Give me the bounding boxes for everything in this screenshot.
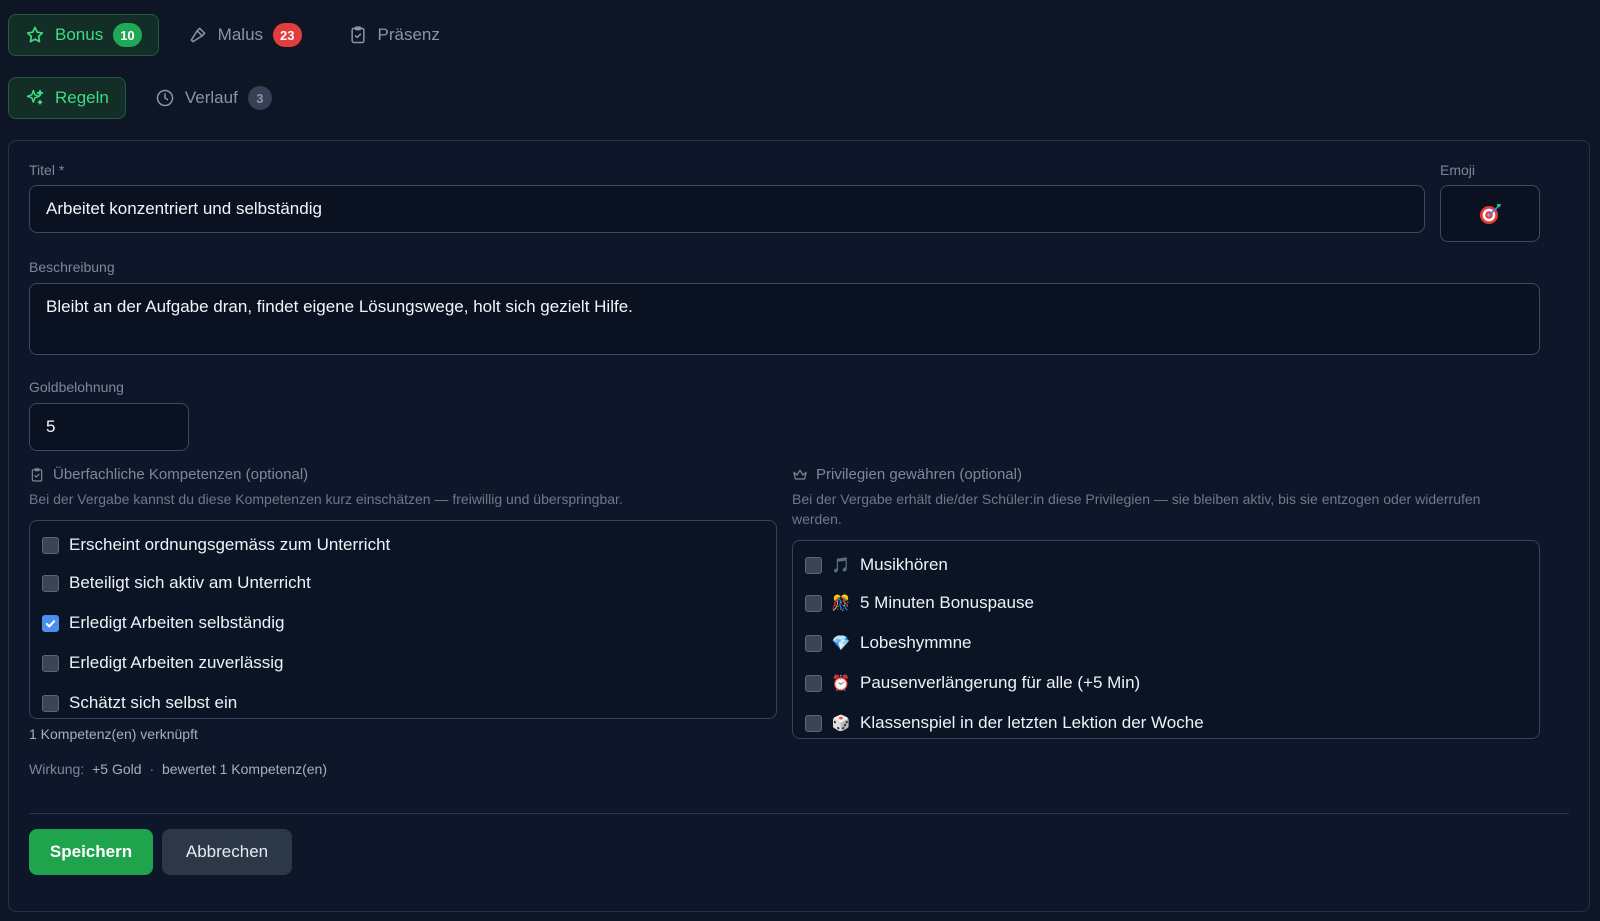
competencies-list: Erscheint ordnungsgemäss zum Unterricht … — [29, 520, 777, 719]
tab-label: Bonus — [55, 25, 104, 44]
competency-label: Erledigt Arbeiten selbständig — [69, 613, 285, 632]
description-label: Beschreibung — [29, 259, 115, 275]
effect-label: Wirkung: — [29, 761, 85, 777]
alarm-clock-icon: ⏰ — [831, 675, 851, 692]
competency-label: Erscheint ordnungsgemäss zum Unterricht — [69, 535, 391, 554]
sub-tabs: Regeln Verlauf 3 — [8, 77, 301, 119]
emoji-label: Emoji — [1440, 162, 1476, 178]
checkbox[interactable] — [42, 574, 59, 592]
privilege-item[interactable]: 💎 Lobeshymmne — [805, 633, 972, 653]
count-badge: 23 — [273, 23, 302, 47]
competency-label: Beteiligt sich aktiv am Unterricht — [69, 573, 311, 592]
description-textarea[interactable]: Bleibt an der Aufgabe dran, findet eigen… — [29, 283, 1540, 355]
effect-summary: Wirkung: +5 Gold · bewertet 1 Kompetenz(… — [29, 761, 327, 777]
competency-item[interactable]: Erledigt Arbeiten selbständig — [42, 613, 284, 633]
competency-label: Schätzt sich selbst ein — [69, 693, 238, 712]
privilege-label: Lobeshymmne — [860, 633, 972, 652]
privileges-heading-text: Privilegien gewähren (optional) — [816, 466, 1022, 483]
tab-label: Regeln — [55, 88, 109, 107]
privilege-label: Musikhören — [860, 555, 948, 574]
checkbox[interactable] — [805, 556, 822, 574]
tab-regeln[interactable]: Regeln — [8, 77, 126, 119]
music-note-icon: 🎵 — [831, 557, 851, 574]
privilege-item[interactable]: 🎵 Musikhören — [805, 555, 948, 575]
effect-rated: bewertet 1 Kompetenz(en) — [162, 761, 327, 777]
emoji-picker[interactable] — [1440, 185, 1540, 242]
linked-count: 1 Kompetenz(en) verknüpft — [29, 726, 198, 742]
competencies-heading-text: Überfachliche Kompetenzen (optional) — [53, 466, 309, 483]
checkbox[interactable] — [805, 674, 822, 692]
tab-label: Präsenz — [377, 25, 440, 44]
count-badge: 10 — [113, 23, 142, 47]
checkbox-checked[interactable] — [42, 614, 59, 632]
clipboard-check-icon — [31, 467, 43, 482]
checkbox[interactable] — [42, 694, 59, 712]
main-tabs: Bonus 10 Malus 23 Präsenz — [8, 14, 469, 56]
checkbox[interactable] — [805, 594, 822, 612]
privileges-list: 🎵 Musikhören 🎊 5 Minuten Bonuspause 💎 Lo… — [792, 540, 1540, 739]
tab-verlauf[interactable]: Verlauf 3 — [138, 77, 289, 119]
tab-bonus[interactable]: Bonus 10 — [8, 14, 159, 56]
privilege-label: Klassenspiel in der letzten Lektion der … — [860, 713, 1204, 732]
competencies-description: Bei der Vergabe kannst du diese Kompeten… — [29, 491, 623, 507]
hammer-icon — [190, 27, 206, 43]
privilege-label: Pausenverlängerung für alle (+5 Min) — [860, 673, 1141, 692]
clipboard-check-icon — [350, 26, 365, 44]
gem-icon: 💎 — [831, 635, 851, 652]
checkmark-icon — [45, 619, 56, 627]
checkbox[interactable] — [42, 536, 59, 554]
star-icon — [26, 26, 44, 43]
privileges-heading: Privilegien gewähren (optional) — [792, 466, 1022, 483]
effect-separator: · — [149, 761, 155, 777]
title-input[interactable]: Arbeitet konzentriert und selbständig — [29, 185, 1425, 233]
privilege-item[interactable]: ⏰ Pausenverlängerung für alle (+5 Min) — [805, 673, 1140, 693]
effect-gold: +5 Gold — [92, 761, 142, 777]
tab-label: Verlauf — [184, 88, 238, 107]
title-label: Titel * — [29, 162, 65, 178]
privileges-description: Bei der Vergabe erhält die/der Schüler:i… — [792, 491, 1481, 527]
checkbox[interactable] — [42, 654, 59, 672]
sparkles-icon — [26, 89, 44, 105]
clock-icon — [156, 89, 174, 107]
competency-item[interactable]: Erscheint ordnungsgemäss zum Unterricht — [42, 535, 390, 555]
tab-label: Malus — [217, 25, 264, 44]
privilege-item[interactable]: 🎲 Klassenspiel in der letzten Lektion de… — [805, 713, 1204, 733]
cancel-button[interactable]: Abbrechen — [162, 829, 292, 875]
count-badge: 3 — [247, 86, 272, 110]
confetti-icon: 🎊 — [831, 595, 851, 612]
dart-target-icon — [1480, 203, 1501, 224]
competency-label: Erledigt Arbeiten zuverlässig — [69, 653, 284, 672]
competency-item[interactable]: Erledigt Arbeiten zuverlässig — [42, 653, 284, 673]
gold-label: Goldbelohnung — [29, 379, 124, 395]
competencies-heading: Überfachliche Kompetenzen (optional) — [29, 466, 308, 483]
crown-icon — [793, 469, 807, 480]
checkbox[interactable] — [805, 634, 822, 652]
checkbox[interactable] — [805, 714, 822, 732]
privilege-item[interactable]: 🎊 5 Minuten Bonuspause — [805, 593, 1034, 613]
competency-item[interactable]: Schätzt sich selbst ein — [42, 693, 237, 713]
save-button[interactable]: Speichern — [29, 829, 153, 875]
rule-form-card: Titel * Arbeitet konzentriert und selbst… — [8, 140, 1590, 912]
competency-item[interactable]: Beteiligt sich aktiv am Unterricht — [42, 573, 311, 593]
divider — [29, 813, 1569, 814]
dice-icon: 🎲 — [831, 715, 851, 732]
gold-input[interactable]: 5 — [29, 403, 189, 451]
tab-praesenz[interactable]: Präsenz — [331, 14, 457, 56]
tab-malus[interactable]: Malus 23 — [171, 14, 319, 56]
privilege-label: 5 Minuten Bonuspause — [860, 593, 1034, 612]
